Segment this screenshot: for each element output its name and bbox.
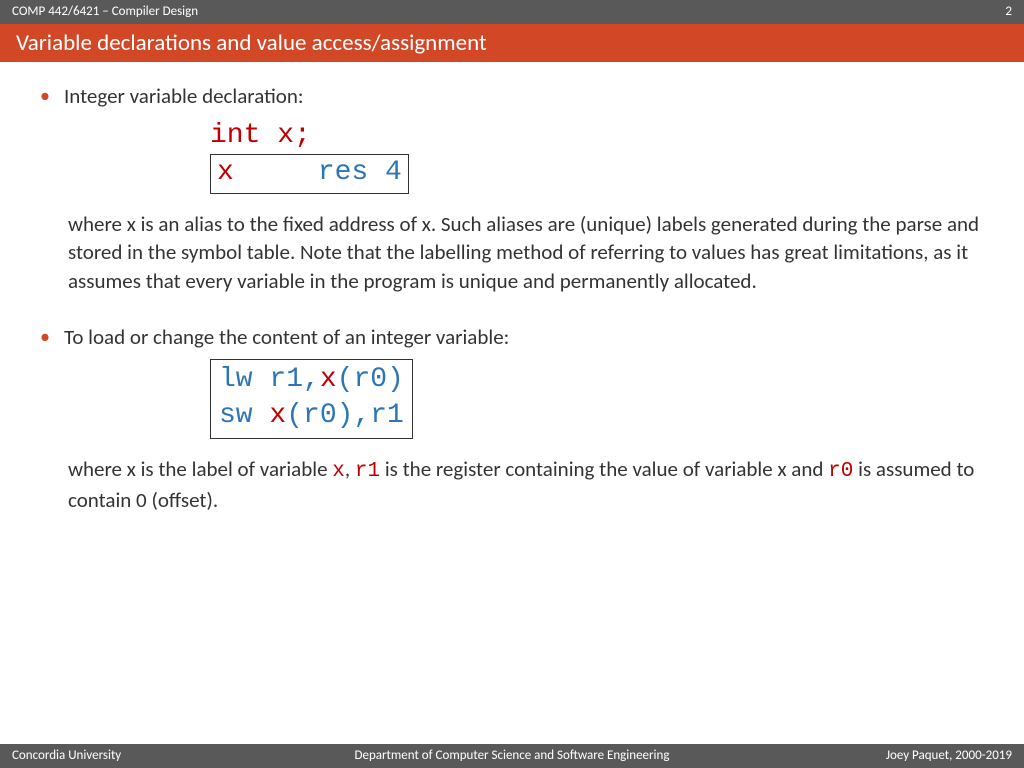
code-block-2: lw r1,x(r0) sw x(r0),r1 [210,359,984,439]
bullet-icon: • [40,82,50,110]
code-lw-part: lw r1, [219,364,320,395]
code-sw-part: sw [219,400,269,431]
code-r0-a: (r0) [337,364,404,395]
bullet-1: • Integer variable declaration: [40,82,984,110]
code-sw: sw x(r0),r1 [219,398,404,434]
course-label: COMP 442/6421 – Compiler Design [12,0,198,24]
footer-bar: Concordia University Department of Compu… [0,744,1024,768]
page-number: 2 [1005,0,1012,24]
p2-t1: where x is the label of variable [68,456,332,482]
p2-x: x [332,460,345,483]
code-lw: lw r1,x(r0) [219,362,404,398]
bullet-2: • To load or change the content of an in… [40,323,984,351]
code-x-ref2: x [269,400,286,431]
code-x-ref1: x [320,364,337,395]
slide: COMP 442/6421 – Compiler Design 2 Variab… [0,0,1024,768]
code-r1-part: ,r1 [353,400,403,431]
p2-r0: r0 [828,460,853,483]
code-label-x: x [217,157,234,188]
slide-title: Variable declarations and value access/a… [0,24,1024,62]
bullet-2-text: To load or change the content of an inte… [64,323,509,351]
bullet-1-text: Integer variable declaration: [64,82,304,110]
bullet-icon: • [40,323,50,351]
p2-t2: , [345,456,355,482]
paragraph-2: where x is the label of variable x, r1 i… [68,455,984,515]
header-bar: COMP 442/6421 – Compiler Design 2 [0,0,1024,24]
p2-t3: is the register containing the value of … [380,456,828,482]
slide-content: • Integer variable declaration: int x; x… [0,62,1024,515]
footer-right: Joey Paquet, 2000-2019 [886,744,1012,768]
code-block-1: int x; x res 4 [210,118,984,194]
footer-center: Department of Computer Science and Softw… [0,744,1024,768]
p2-r1: r1 [355,460,380,483]
paragraph-1: where x is an alias to the fixed address… [68,210,984,295]
code-res-4: res 4 [318,157,402,188]
code-int-x: int x; [210,118,984,154]
code-box-2: lw r1,x(r0) sw x(r0),r1 [210,359,413,439]
code-r0-b: (r0) [286,400,353,431]
code-x-res-4: x res 4 [210,154,409,194]
code-spacer [234,157,318,188]
